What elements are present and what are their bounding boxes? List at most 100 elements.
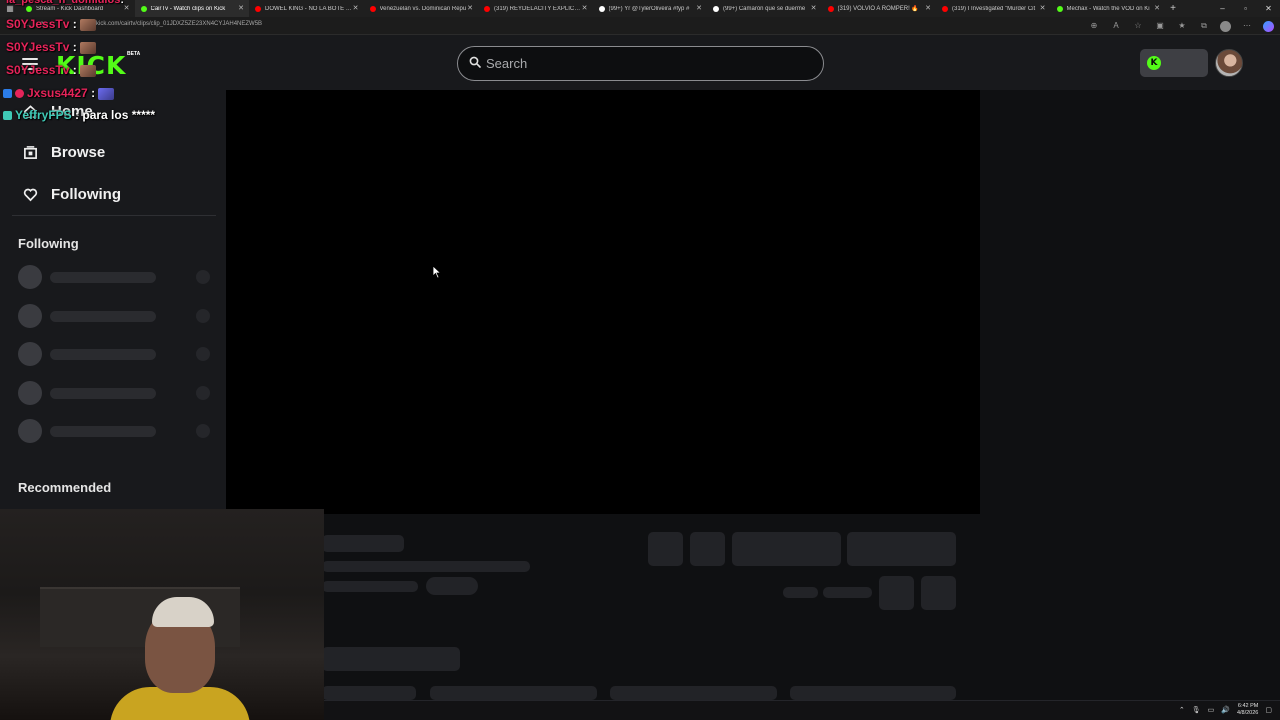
browser-tab[interactable]: (319) REYDELACITY EXPLICA PO ✕ (478, 0, 593, 17)
tab-title: Stream - Kick Dashboard (36, 5, 104, 12)
card-skeleton (322, 686, 416, 700)
action-button-skeleton (732, 532, 841, 566)
user-avatar[interactable] (1215, 49, 1243, 77)
action-button-skeleton (690, 532, 725, 566)
copilot-icon[interactable] (1263, 21, 1274, 32)
notification-icon[interactable]: ▢ (1265, 706, 1272, 714)
browser-tab[interactable]: CairTv - Watch clips on Kick ✕ (134, 0, 249, 17)
clock-date: 4/8/2026 (1236, 710, 1259, 716)
tab-title: Venezuelan vs. Dominican Repu (379, 5, 467, 12)
browser-tab[interactable]: (319) VOLVIO A ROMPER! 🔥 ✕ (822, 0, 937, 17)
tab-favicon-icon (255, 5, 261, 12)
tag-skeleton (426, 577, 478, 595)
mic-icon[interactable]: 🎙 (1192, 706, 1201, 714)
recommended-heading: Recommended (18, 480, 112, 495)
tab-favicon-icon (1056, 5, 1063, 12)
tab-favicon-icon (369, 5, 376, 12)
sidebar-item-following[interactable]: Following (22, 182, 121, 206)
card-skeleton (790, 686, 956, 700)
clock[interactable]: 6:42 PM 4/8/2026 (1237, 703, 1258, 717)
browser-tabstrip: ▦ Stream - Kick Dashboard ✕ CairTv - Watch … (0, 0, 1280, 17)
more-menu-icon[interactable]: ⋯ (1241, 19, 1253, 33)
tab-close-icon[interactable]: ✕ (1040, 4, 1046, 12)
tab-close-icon[interactable]: ✕ (696, 4, 702, 12)
tab-close-icon[interactable]: ✕ (124, 4, 130, 12)
following-skeleton-item (18, 419, 214, 443)
profile-icon[interactable] (1220, 21, 1231, 32)
zoom-icon[interactable]: ⊕ (1088, 19, 1100, 33)
site-header: KICK BETA K (0, 35, 1280, 90)
browser-tab[interactable]: (99+) Camarón que se duerme ✕ (707, 0, 822, 17)
minimize-button[interactable]: – (1211, 0, 1234, 17)
browser-tab[interactable]: (99+) Yr @TylerOliveira #fyp # ✕ (593, 0, 708, 17)
tab-close-icon[interactable]: ✕ (811, 4, 817, 12)
following-skeleton-item (18, 265, 214, 289)
tab-close-icon[interactable]: ✕ (467, 4, 473, 12)
tab-title: Mechax - Watch the VOD on Ki (1066, 5, 1150, 12)
refresh-icon[interactable]: ↻ (40, 20, 47, 29)
network-icon[interactable]: ▭ (1208, 706, 1215, 714)
card-skeleton (610, 686, 777, 700)
webcam-overlay (0, 509, 324, 720)
chevron-up-icon[interactable]: ⌃ (1179, 706, 1185, 714)
action-button-skeleton (879, 576, 914, 610)
forward-icon[interactable]: → (24, 20, 32, 29)
sidebar-item-label: Following (51, 185, 121, 203)
search-bar[interactable] (457, 46, 824, 81)
new-tab-button[interactable]: + (1165, 3, 1181, 14)
close-window-button[interactable]: ✕ (1257, 0, 1280, 17)
section-heading-skeleton (322, 647, 460, 671)
tab-favicon-icon (942, 5, 948, 12)
heart-icon (22, 186, 38, 202)
search-icon (469, 56, 481, 68)
sidebar-item-home[interactable]: Home (22, 99, 93, 123)
extensions-icon[interactable]: ⧉ (1198, 19, 1210, 33)
read-aloud-icon[interactable]: A (1110, 19, 1122, 33)
split-screen-icon[interactable]: ▣ (1154, 19, 1166, 33)
tab-title: DOWEL KING - NO LA BOTE | Vi (265, 5, 353, 12)
card-skeleton (430, 686, 597, 700)
login-button[interactable]: K (1140, 49, 1208, 77)
tab-close-icon[interactable]: ✕ (238, 4, 244, 12)
tab-favicon-icon (827, 5, 834, 12)
tab-close-icon[interactable]: ✕ (353, 4, 359, 12)
browse-icon (22, 144, 38, 160)
tab-title: (99+) Yr @TylerOliveira #fyp # (608, 5, 690, 12)
back-icon[interactable]: ← (8, 20, 16, 29)
volume-icon[interactable]: 🔊 (1221, 706, 1230, 714)
tab-favicon-icon (26, 5, 32, 12)
beta-badge: BETA (127, 51, 141, 57)
window-controls: – ▫ ✕ (1211, 0, 1280, 17)
favorite-star-icon[interactable]: ☆ (1132, 19, 1144, 33)
menu-icon[interactable] (22, 58, 38, 73)
action-button-skeleton (921, 576, 956, 610)
tab-favicon-icon (713, 5, 719, 12)
maximize-button[interactable]: ▫ (1234, 0, 1257, 17)
favorites-icon[interactable]: ★ (1176, 19, 1188, 33)
lock-icon[interactable]: 🔒 (86, 20, 95, 28)
screen: ▦ Stream - Kick Dashboard ✕ CairTv - Watch … (0, 0, 1280, 720)
video-player[interactable] (226, 90, 980, 514)
browser-tab[interactable]: Venezuelan vs. Dominican Repu ✕ (364, 0, 479, 17)
tab-close-icon[interactable]: ✕ (925, 4, 931, 12)
system-tray: ⌃ 🎙 ▭ 🔊 6:42 PM 4/8/2026 ▢ (1179, 703, 1272, 717)
search-input[interactable] (486, 52, 806, 74)
tab-favicon-icon (484, 5, 490, 12)
tab-close-icon[interactable]: ✕ (1154, 4, 1160, 12)
tab-title: (319) REYDELACITY EXPLICA PO (494, 5, 582, 12)
browser-tab[interactable]: DOWEL KING - NO LA BOTE | Vi ✕ (249, 0, 364, 17)
browser-address-bar: ← → ↻ 🔒 kick.com/cairtv/clips/clip_01JDX… (0, 17, 1280, 35)
kick-logo[interactable]: KICK (56, 51, 126, 80)
sidebar-item-browse[interactable]: Browse (22, 140, 105, 164)
tab-close-icon[interactable]: ✕ (582, 4, 588, 12)
url-field[interactable]: kick.com/cairtv/clips/clip_01JDXZ5ZE23XN… (96, 21, 262, 27)
browser-tab[interactable]: Stream - Kick Dashboard ✕ (20, 0, 135, 17)
tab-title: CairTv - Watch clips on Kick (150, 5, 226, 12)
browser-tab[interactable]: (319) I Investigated "Murder Cit ✕ (936, 0, 1051, 17)
title-skeleton (322, 535, 404, 552)
tab-actions-icon[interactable]: ▦ (0, 4, 20, 13)
mouse-cursor-icon (432, 265, 442, 279)
browser-tab[interactable]: Mechax - Watch the VOD on Ki ✕ (1051, 0, 1166, 17)
meta-skeleton (322, 581, 418, 592)
stat-skeleton (783, 587, 818, 598)
